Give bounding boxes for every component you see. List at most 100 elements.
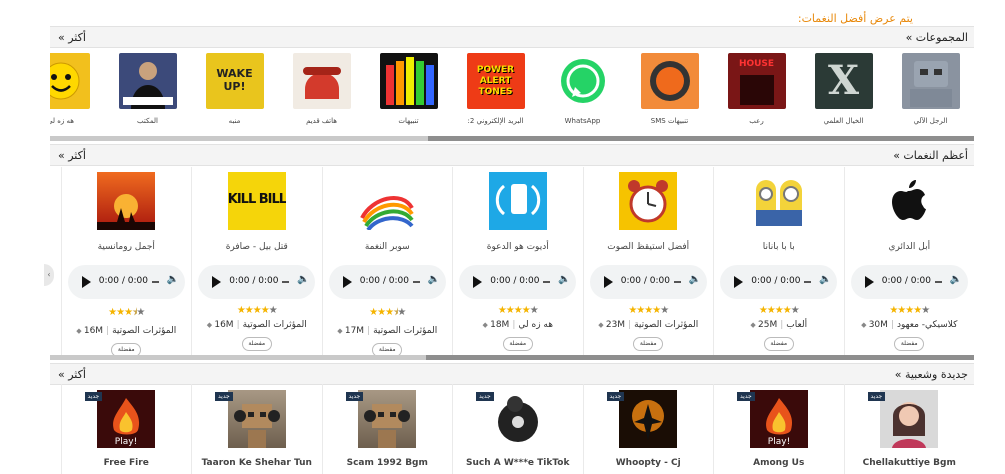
favorite-button[interactable]: مفضلة <box>241 337 272 351</box>
star-icon[interactable]: ★ <box>397 307 406 318</box>
category-item[interactable]: هه زه لي <box>50 50 104 134</box>
ringtone-category[interactable]: المؤثرات الصوتية <box>634 320 698 330</box>
categories-carousel[interactable]: الرجل الآلي X الخيال العلمي HOUSE رعب تنبيهات… <box>50 50 974 134</box>
new-ringtone-card[interactable]: جديد Taaron Ke Shehar Tun <box>191 384 322 474</box>
categories-scrollbar-thumb[interactable] <box>428 136 974 141</box>
star-icon[interactable]: ★ <box>759 305 768 316</box>
category-item[interactable]: HOUSE رعب <box>713 50 800 134</box>
star-icon[interactable]: ★ <box>921 305 930 316</box>
ringtone-category[interactable]: المؤثرات الصوتية <box>243 320 307 330</box>
top-ringtones-scrollbar[interactable] <box>50 355 974 360</box>
progress-icon[interactable] <box>673 281 681 283</box>
star-icon[interactable]: ★ <box>660 305 669 316</box>
ringtone-title-link[interactable]: سوبر النغمة <box>323 242 453 252</box>
star-icon[interactable]: ★ <box>269 305 278 316</box>
ringtone-title-link[interactable]: قتل بيل - صافرة <box>192 242 322 252</box>
rating-stars[interactable]: ★★★★★ <box>714 305 844 316</box>
new-ringtone-title[interactable]: Such A W***e TikTok <box>453 458 583 468</box>
play-icon[interactable] <box>212 276 222 288</box>
new-ringtone-title[interactable]: Scam 1992 Bgm <box>323 458 453 468</box>
categories-more-link[interactable]: أكثر » <box>58 31 86 44</box>
progress-icon[interactable] <box>804 281 812 283</box>
new-ringtone-card[interactable]: جديد Whoopty - Cj <box>582 384 714 474</box>
new-popular-title[interactable]: جديدة وشعبية » <box>895 368 968 381</box>
ringtone-category[interactable]: هه زه لي <box>518 320 553 330</box>
category-item[interactable]: الرجل الآلي <box>887 50 974 134</box>
volume-icon[interactable]: 🔈 <box>167 274 179 285</box>
audio-player[interactable]: 0:00 / 0:00 🔈 <box>328 265 446 299</box>
new-ringtone-card[interactable]: جديد Such A W***e TikTok <box>452 384 583 474</box>
star-icon[interactable]: ★ <box>498 305 507 316</box>
new-ringtone-title[interactable]: Whoopty - Cj <box>584 458 714 468</box>
progress-icon[interactable] <box>412 281 420 283</box>
ringtone-category[interactable]: ألعاب <box>786 320 807 330</box>
play-icon[interactable] <box>81 276 91 288</box>
star-icon[interactable]: ★ <box>369 307 378 318</box>
ringtone-title-link[interactable]: أبل الدائري <box>845 242 975 252</box>
star-icon[interactable]: ★ <box>791 305 800 316</box>
ringtone-title-link[interactable]: با با بانانا <box>714 242 844 252</box>
volume-icon[interactable]: 🔈 <box>558 274 570 285</box>
star-icon[interactable]: ★ <box>913 305 922 316</box>
progress-icon[interactable] <box>282 281 290 283</box>
categories-title[interactable]: المجموعات » <box>906 31 968 44</box>
play-icon[interactable] <box>864 276 874 288</box>
volume-icon[interactable]: 🔈 <box>428 274 440 285</box>
star-icon[interactable]: ★ <box>514 305 523 316</box>
star-icon[interactable]: ★ <box>116 307 125 318</box>
new-ringtone-card[interactable]: جديد Chellakuttiye Bgm <box>843 384 975 474</box>
new-popular-more-link[interactable]: أكثر » <box>58 368 86 381</box>
favorite-button[interactable]: مفضلة <box>372 343 403 355</box>
star-icon[interactable]: ★ <box>237 305 246 316</box>
star-icon[interactable]: ★ <box>506 305 515 316</box>
star-icon[interactable]: ★ <box>245 305 254 316</box>
rating-stars[interactable]: ★★★★★ <box>845 305 975 316</box>
play-icon[interactable] <box>603 276 613 288</box>
progress-icon[interactable] <box>934 281 942 283</box>
audio-player[interactable]: 0:00 / 0:00 🔈 <box>67 265 185 299</box>
audio-player[interactable]: 0:00 / 0:00 🔈 <box>850 265 968 299</box>
star-icon[interactable]: ★ <box>253 305 262 316</box>
star-icon[interactable]: ★ <box>530 305 539 316</box>
new-ringtone-title[interactable]: Chellakuttiye Bgm <box>845 458 975 468</box>
audio-player[interactable]: 0:00 / 0:00 🔈 <box>459 265 577 299</box>
audio-player[interactable]: 0:00 / 0:00 🔈 <box>589 265 707 299</box>
star-icon[interactable]: ★ <box>124 307 133 318</box>
star-icon[interactable]: ★ <box>385 307 394 318</box>
star-icon[interactable]: ★ <box>652 305 661 316</box>
category-item[interactable]: POWER ALERT TONES البريد الإلكتروني 2: <box>452 50 539 134</box>
play-icon[interactable] <box>342 276 352 288</box>
star-icon[interactable]: ★ <box>108 307 117 318</box>
category-item[interactable]: هاتف قديم <box>278 50 365 134</box>
new-ringtone-card[interactable]: Play! جديد Free Fire <box>60 384 192 474</box>
star-icon[interactable]: ★ <box>377 307 386 318</box>
ringtone-title-link[interactable]: أجمل رومانسية <box>62 242 192 252</box>
progress-icon[interactable] <box>151 281 159 283</box>
new-ringtone-card[interactable]: جديد Scam 1992 Bgm <box>321 384 453 474</box>
volume-icon[interactable]: 🔈 <box>950 274 962 285</box>
progress-icon[interactable] <box>543 281 551 283</box>
volume-icon[interactable]: 🔈 <box>297 274 309 285</box>
rating-stars[interactable]: ★★★★★ <box>453 305 583 316</box>
play-icon[interactable] <box>734 276 744 288</box>
volume-icon[interactable]: 🔈 <box>689 274 701 285</box>
ringtone-category[interactable]: المؤثرات الصوتية <box>373 326 437 336</box>
play-icon[interactable] <box>473 276 483 288</box>
rating-stars[interactable]: ★★★⯨★ <box>62 305 192 322</box>
favorite-button[interactable]: مفضلة <box>502 337 533 351</box>
category-item[interactable]: تنبيهات SMS <box>626 50 713 134</box>
new-popular-carousel[interactable]: جديد Chellakuttiye Bgm Play! جديد Among Us جد… <box>50 384 974 474</box>
top-ringtones-more-link[interactable]: أكثر » <box>58 149 86 162</box>
star-icon[interactable]: ★ <box>522 305 531 316</box>
rating-stars[interactable]: ★★★★★ <box>584 305 714 316</box>
rating-stars[interactable]: ★★★★★ <box>192 305 322 316</box>
audio-player[interactable]: 0:00 / 0:00 🔈 <box>720 265 838 299</box>
star-icon[interactable]: ★ <box>767 305 776 316</box>
new-ringtone-title[interactable]: Free Fire <box>62 458 192 468</box>
category-item[interactable]: WAKE UP! منبه <box>191 50 278 134</box>
star-icon[interactable]: ★ <box>775 305 784 316</box>
category-item[interactable]: تنبيهات <box>365 50 452 134</box>
star-icon[interactable]: ★ <box>136 307 145 318</box>
new-ringtone-title[interactable]: Among Us <box>714 458 844 468</box>
ringtone-category[interactable]: كلاسيكي- معهود <box>897 320 957 330</box>
